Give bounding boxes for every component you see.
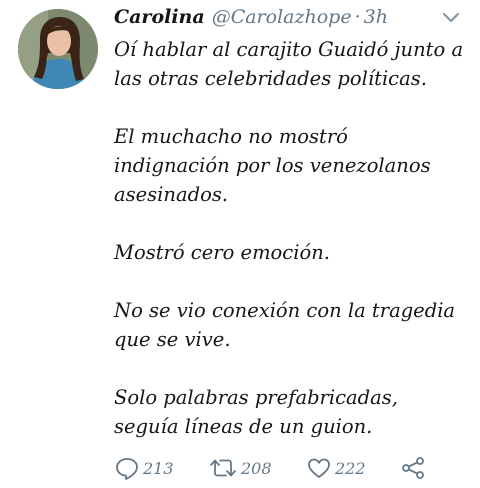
tweet-paragraph: Mostró cero emoción. [114, 241, 330, 264]
like-button[interactable]: 222 [306, 454, 366, 482]
reply-icon [116, 458, 138, 480]
user-handle[interactable]: @Carolazhope [212, 6, 352, 28]
action-bar: 213 208 222 [114, 454, 434, 482]
tweet[interactable]: Carolina @Carolazhope · 3h Oí hablar al … [0, 0, 480, 488]
heart-icon [308, 458, 330, 478]
tweet-paragraph: El muchacho no mostró indignación por lo… [114, 125, 431, 206]
retweet-icon [210, 459, 236, 477]
chevron-down-icon[interactable] [442, 12, 460, 24]
reply-button[interactable]: 213 [114, 454, 174, 482]
tweet-paragraph: Oí hablar al carajito Guaidó junto a las… [114, 38, 464, 90]
tweet-paragraph: No se vio conexión con la tragedia que s… [114, 299, 456, 351]
tweet-header: Carolina @Carolazhope · 3h [114, 6, 388, 32]
share-icon [402, 457, 424, 479]
like-count: 222 [335, 458, 366, 478]
separator-dot: · [354, 6, 361, 28]
avatar[interactable] [18, 9, 98, 89]
share-button[interactable] [400, 454, 426, 482]
timestamp[interactable]: 3h [364, 6, 388, 28]
avatar-image [18, 9, 98, 89]
tweet-paragraph: Solo palabras prefabricadas, seguía líne… [114, 386, 398, 438]
tweet-text: Oí hablar al carajito Guaidó junto a las… [114, 35, 466, 470]
reply-count: 213 [143, 458, 174, 478]
retweet-count: 208 [241, 458, 272, 478]
display-name[interactable]: Carolina [114, 6, 205, 28]
retweet-button[interactable]: 208 [208, 454, 272, 482]
